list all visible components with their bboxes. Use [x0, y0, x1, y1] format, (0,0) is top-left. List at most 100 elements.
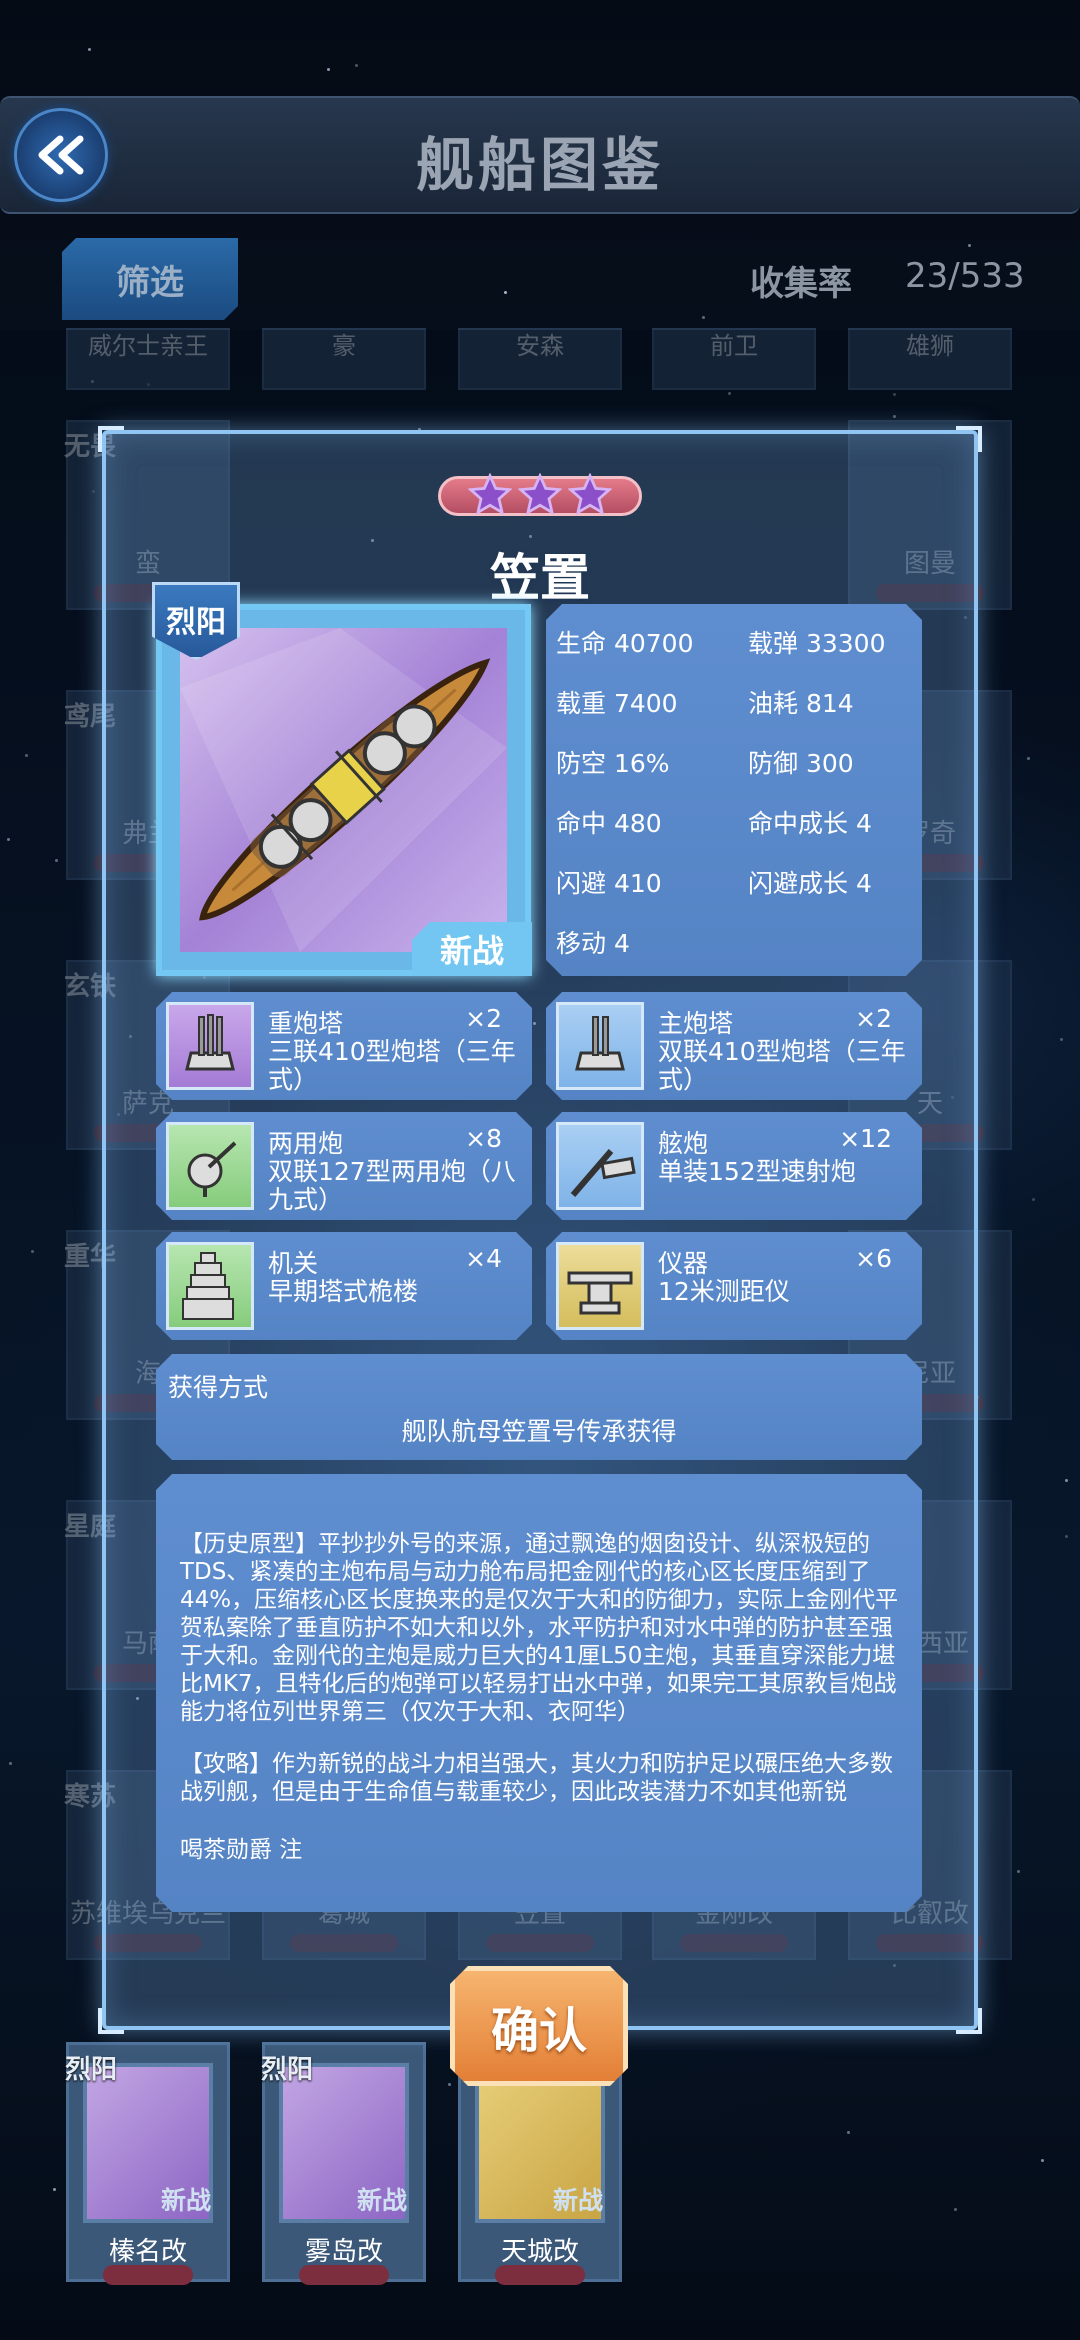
stat-value: 33300 — [805, 629, 886, 658]
stat-hp: 生命 40700 — [556, 624, 694, 660]
modal-corner — [956, 2008, 982, 2034]
stat-value: 410 — [613, 869, 662, 898]
stat-label: 命中成长 — [748, 809, 849, 838]
equipment-slot[interactable]: 主炮塔 ×2 双联410型炮塔（三年式） — [546, 992, 922, 1100]
equipment-slot[interactable]: 重炮塔 ×2 三联410型炮塔（三年式） — [156, 992, 532, 1100]
ship-card-name: 天城改 — [500, 2237, 579, 2267]
star-dot — [355, 64, 358, 67]
star-dot — [327, 68, 330, 71]
rarity-stars — [438, 473, 642, 516]
equipment-count: ×2 — [855, 1004, 892, 1033]
stat-label: 防御 — [748, 749, 799, 778]
stat-value: 4 — [855, 869, 872, 898]
equipment-type: 主炮塔 — [658, 1009, 734, 1038]
battleship-image — [180, 628, 507, 952]
equipment-slot[interactable]: 两用炮 ×8 双联127型两用炮（八九式） — [156, 1112, 532, 1220]
stat-label: 生命 — [556, 629, 607, 658]
strategy-text: 【攻略】作为新锐的战斗力相当强大，其火力和防护足以碾压绝大多数战列舰，但是由于生… — [180, 1751, 893, 1805]
main-turret-icon — [556, 1002, 644, 1090]
rangefinder-icon — [556, 1242, 644, 1330]
star-dot — [504, 291, 507, 294]
modal-corner — [956, 426, 982, 452]
star-dot — [88, 48, 91, 51]
equipment-name: 早期塔式桅楼 — [268, 1277, 419, 1306]
heavy-turret-icon — [166, 1002, 254, 1090]
ship-card-tag: 新战 — [356, 2186, 407, 2215]
equipment-name: 三联410型炮塔（三年式） — [268, 1037, 516, 1094]
stat-label: 防空 — [556, 749, 607, 778]
modal-corner — [98, 426, 124, 452]
stat-value: 16% — [613, 749, 670, 778]
equipment-slot[interactable]: 机关 ×4 早期塔式桅楼 — [156, 1232, 532, 1340]
stat-evasion-growth: 闪避成长 4 — [748, 864, 872, 900]
portrait-background — [180, 628, 507, 952]
dual-purpose-gun-icon — [166, 1122, 254, 1210]
ship-card-faction: 烈阳 — [261, 2055, 314, 2085]
equipment-count: ×12 — [839, 1124, 892, 1153]
equipment-name: 12米测距仪 — [658, 1277, 790, 1306]
stat-label: 载重 — [556, 689, 607, 718]
stat-label: 载弹 — [748, 629, 799, 658]
obtain-label: 获得方式 — [168, 1373, 269, 1402]
stat-defense: 防御 300 — [748, 744, 854, 780]
broadside-gun-icon — [556, 1122, 644, 1210]
ship-card-name: 榛名改 — [108, 2237, 187, 2267]
confirm-button[interactable]: 确认 — [450, 1966, 628, 2086]
stat-label: 闪避成长 — [748, 869, 849, 898]
stat-load: 载重 7400 — [556, 684, 678, 720]
stat-value: 4 — [613, 929, 630, 958]
equipment-slot[interactable]: 仪器 ×6 12米测距仪 — [546, 1232, 922, 1340]
stat-value: 4 — [855, 809, 872, 838]
equipment-type: 舷炮 — [658, 1129, 709, 1158]
ship-card-stars — [299, 2265, 389, 2285]
equipment-name: 双联410型炮塔（三年式） — [658, 1037, 906, 1094]
ship-card[interactable]: 烈阳 新战 雾岛改 — [261, 2042, 426, 2285]
equipment-name: 单装152型速射炮 — [658, 1157, 856, 1186]
stat-value: 480 — [613, 809, 662, 838]
star-icon — [568, 473, 612, 516]
stat-accuracy-growth: 命中成长 4 — [748, 804, 872, 840]
obtain-value: 舰队航母笠置号传承获得 — [401, 1417, 677, 1446]
stats-panel: 生命 40700 载弹 33300 载重 7400 油耗 814 防空 16% … — [546, 604, 922, 976]
ship-card-tag: 新战 — [160, 2186, 211, 2215]
pagoda-mast-icon — [166, 1242, 254, 1330]
description-panel: 【历史原型】平抄抄外号的来源，通过飘逸的烟囱设计、纵深极短的TDS、紧凑的主炮布… — [156, 1474, 922, 1912]
ship-card-stars — [103, 2265, 193, 2285]
equipment-name: 双联127型两用炮（八九式） — [268, 1157, 516, 1214]
equipment-type: 仪器 — [658, 1249, 709, 1278]
stat-label: 油耗 — [748, 689, 799, 718]
stat-fuel: 油耗 814 — [748, 684, 854, 720]
ship-card-faction: 烈阳 — [65, 2055, 118, 2085]
stat-value: 300 — [805, 749, 854, 778]
modal-corner — [98, 2008, 124, 2034]
equipment-count: ×6 — [855, 1244, 892, 1273]
stat-value: 7400 — [613, 689, 678, 718]
equipment-count: ×4 — [465, 1244, 502, 1273]
collection-value: 23/533 — [905, 256, 1025, 296]
obtain-method-panel: 获得方式 舰队航母笠置号传承获得 — [156, 1354, 922, 1460]
ship-card-stars — [495, 2265, 585, 2285]
equipment-count: ×2 — [465, 1004, 502, 1033]
equipment-type: 机关 — [268, 1249, 319, 1278]
stat-ammo: 载弹 33300 — [748, 624, 886, 660]
ship-card[interactable]: 烈阳 新战 榛名改 — [65, 2042, 230, 2285]
stat-label: 命中 — [556, 809, 607, 838]
equipment-slot[interactable]: 舷炮 ×12 单装152型速射炮 — [546, 1112, 922, 1220]
new-battle-tag: 新战 — [412, 922, 532, 976]
stat-value: 40700 — [613, 629, 694, 658]
stat-evasion: 闪避 410 — [556, 864, 662, 900]
ship-portrait — [156, 604, 531, 976]
stat-value: 814 — [805, 689, 854, 718]
equipment-type: 重炮塔 — [268, 1009, 344, 1038]
star-dot — [702, 316, 705, 319]
stat-move: 移动 4 — [556, 924, 630, 960]
author-note: 喝茶勋爵 注 — [180, 1837, 303, 1863]
ship-card-tag: 新战 — [552, 2186, 603, 2215]
star-icon — [518, 473, 562, 516]
page-title: 舰船图鉴 — [415, 131, 664, 199]
ship-card-name: 雾岛改 — [304, 2237, 383, 2267]
star-dot — [968, 244, 971, 247]
history-text: 【历史原型】平抄抄外号的来源，通过飘逸的烟囱设计、纵深极短的TDS、紧凑的主炮布… — [180, 1531, 899, 1725]
star-icon — [468, 473, 512, 516]
filter-button[interactable]: 筛选 — [62, 238, 238, 320]
